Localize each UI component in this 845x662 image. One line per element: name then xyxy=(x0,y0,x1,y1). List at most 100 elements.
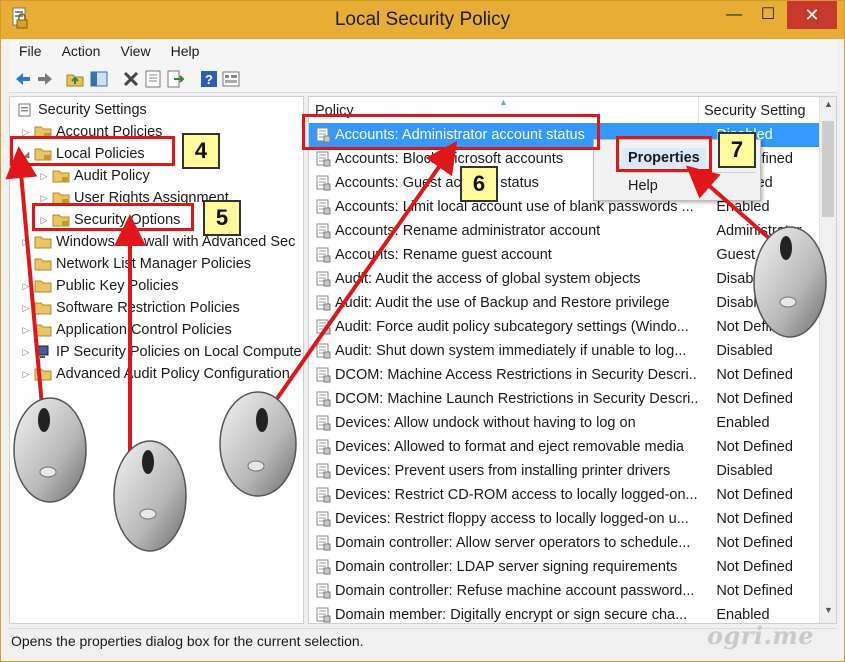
policy-icon xyxy=(315,535,331,551)
close-button[interactable]: ✕ xyxy=(787,1,837,29)
policy-icon xyxy=(315,511,331,527)
tree-root[interactable]: Security Settings xyxy=(14,99,147,121)
policy-icon xyxy=(315,391,331,407)
table-row[interactable]: Accounts: Rename administrator account Ad… xyxy=(309,219,819,243)
policy-name: Devices: Allowed to format and eject rem… xyxy=(335,439,684,455)
tree-item-software-restriction[interactable]: ▷ Software Restriction Policies xyxy=(20,297,240,319)
console-icon[interactable] xyxy=(221,69,241,89)
table-row[interactable]: Devices: Restrict CD-ROM access to local… xyxy=(309,483,819,507)
policy-icon xyxy=(315,559,331,575)
column-header-security-setting[interactable]: Security Setting xyxy=(699,97,819,123)
tree-root-label: Security Settings xyxy=(38,102,147,118)
expand-icon[interactable]: ▷ xyxy=(20,347,32,358)
policy-name: Accounts: Limit local account use of bla… xyxy=(335,199,694,215)
expand-icon[interactable]: ▷ xyxy=(20,303,32,314)
table-row[interactable]: Domain controller: Refuse machine accoun… xyxy=(309,579,819,603)
folder-icon xyxy=(34,279,52,293)
policy-setting: Not Defined xyxy=(716,391,793,407)
table-row[interactable]: Domain controller: LDAP server signing r… xyxy=(309,555,819,579)
scroll-up-icon[interactable]: ▲ xyxy=(820,99,836,109)
back-icon[interactable] xyxy=(13,69,33,89)
computer-icon xyxy=(34,345,52,359)
tree-item-network-list[interactable]: Network List Manager Policies xyxy=(20,253,251,275)
tree-item-advanced-audit[interactable]: ▷ Advanced Audit Policy Configuration xyxy=(20,363,290,385)
scroll-thumb[interactable] xyxy=(822,121,834,217)
policy-name: Devices: Restrict CD-ROM access to local… xyxy=(335,487,698,503)
vertical-scrollbar[interactable]: ▲ ▼ xyxy=(819,97,836,623)
table-row[interactable]: Audit: Force audit policy subcategory se… xyxy=(309,315,819,339)
table-row[interactable]: Domain controller: Allow server operator… xyxy=(309,531,819,555)
tree-label: Advanced Audit Policy Configuration xyxy=(56,366,290,382)
policy-name: Accounts: Rename guest account xyxy=(335,247,552,263)
policy-name: Domain controller: Allow server operator… xyxy=(335,535,691,551)
table-row[interactable]: DCOM: Machine Access Restrictions in Sec… xyxy=(309,363,819,387)
policy-name: Audit: Force audit policy subcategory se… xyxy=(335,319,689,335)
tree-item-audit-policy[interactable]: ▷ Audit Policy xyxy=(38,165,150,187)
context-menu-help[interactable]: Help xyxy=(628,178,658,194)
policy-icon xyxy=(315,223,331,239)
table-row[interactable]: Audit: Audit the access of global system… xyxy=(309,267,819,291)
policy-setting: Not Defined xyxy=(716,559,793,575)
policy-icon xyxy=(315,295,331,311)
policy-icon xyxy=(315,199,331,215)
folder-icon xyxy=(34,367,52,381)
scroll-down-icon[interactable]: ▼ xyxy=(820,605,836,615)
tree-item-windows-firewall[interactable]: ▷ Windows Firewall with Advanced Sec xyxy=(20,231,296,253)
expand-icon[interactable]: ▷ xyxy=(20,237,32,248)
menu-action[interactable]: Action xyxy=(52,39,111,65)
show-hide-tree-icon[interactable] xyxy=(89,69,109,89)
step-7-badge: 7 xyxy=(718,132,756,168)
policy-setting: Enabled xyxy=(716,199,770,215)
policy-setting: Not Defined xyxy=(716,583,793,599)
policy-name: Domain controller: LDAP server signing r… xyxy=(335,559,678,575)
table-row[interactable]: Devices: Allowed to format and eject rem… xyxy=(309,435,819,459)
policy-setting: Not Defined xyxy=(716,439,793,455)
policy-icon xyxy=(315,343,331,359)
export-list-icon[interactable] xyxy=(165,69,185,89)
table-row[interactable]: Accounts: Rename guest account Guest xyxy=(309,243,819,267)
table-row[interactable]: Devices: Restrict floppy access to local… xyxy=(309,507,819,531)
expand-icon[interactable]: ▷ xyxy=(20,325,32,336)
policy-icon xyxy=(315,439,331,455)
policy-name: Devices: Restrict floppy access to local… xyxy=(335,511,689,527)
policy-icon xyxy=(315,583,331,599)
policy-setting: Administrator xyxy=(716,223,802,239)
expand-icon[interactable]: ▷ xyxy=(20,369,32,380)
console-tree: Security Settings ▷ Account Policies ◢ L… xyxy=(9,96,304,624)
policy-icon xyxy=(315,367,331,383)
delete-icon[interactable] xyxy=(121,69,141,89)
tree-label: IP Security Policies on Local Compute xyxy=(56,344,302,360)
policy-name: Domain controller: Refuse machine accoun… xyxy=(335,583,695,599)
table-row[interactable]: DCOM: Machine Launch Restrictions in Sec… xyxy=(309,387,819,411)
menu-help[interactable]: Help xyxy=(161,39,210,65)
tree-item-public-key[interactable]: ▷ Public Key Policies xyxy=(20,275,179,297)
maximize-button[interactable]: ☐ xyxy=(751,1,785,29)
menu-view[interactable]: View xyxy=(110,39,160,65)
folder-icon xyxy=(34,235,52,249)
menu-bar: File Action View Help xyxy=(9,39,837,65)
table-row[interactable]: Audit: Audit the use of Backup and Resto… xyxy=(309,291,819,315)
expand-icon[interactable]: ▷ xyxy=(38,171,50,182)
tree-item-ip-security[interactable]: ▷ IP Security Policies on Local Compute xyxy=(20,341,302,363)
menu-file[interactable]: File xyxy=(9,39,52,65)
minimize-button[interactable]: — xyxy=(717,1,751,29)
watermark: ogri.me xyxy=(707,621,815,650)
properties-icon[interactable] xyxy=(143,69,163,89)
help-icon[interactable]: ? xyxy=(199,69,219,89)
expand-icon[interactable]: ▷ xyxy=(20,281,32,292)
expand-icon[interactable]: ▷ xyxy=(38,193,50,204)
up-folder-icon[interactable] xyxy=(65,69,85,89)
forward-icon[interactable] xyxy=(35,69,55,89)
tree-label: Audit Policy xyxy=(74,168,150,184)
tree-label: Public Key Policies xyxy=(56,278,179,294)
highlight-admin-account-status xyxy=(302,114,600,150)
policy-setting: Not Defined xyxy=(716,319,793,335)
folder-icon xyxy=(34,301,52,315)
table-row[interactable]: Audit: Shut down system immediately if u… xyxy=(309,339,819,363)
table-row[interactable]: Devices: Prevent users from installing p… xyxy=(309,459,819,483)
policy-icon xyxy=(315,175,331,191)
step-6-badge: 6 xyxy=(460,166,498,202)
step-5-badge: 5 xyxy=(203,200,241,236)
table-row[interactable]: Devices: Allow undock without having to … xyxy=(309,411,819,435)
tree-item-application-control[interactable]: ▷ Application Control Policies xyxy=(20,319,232,341)
